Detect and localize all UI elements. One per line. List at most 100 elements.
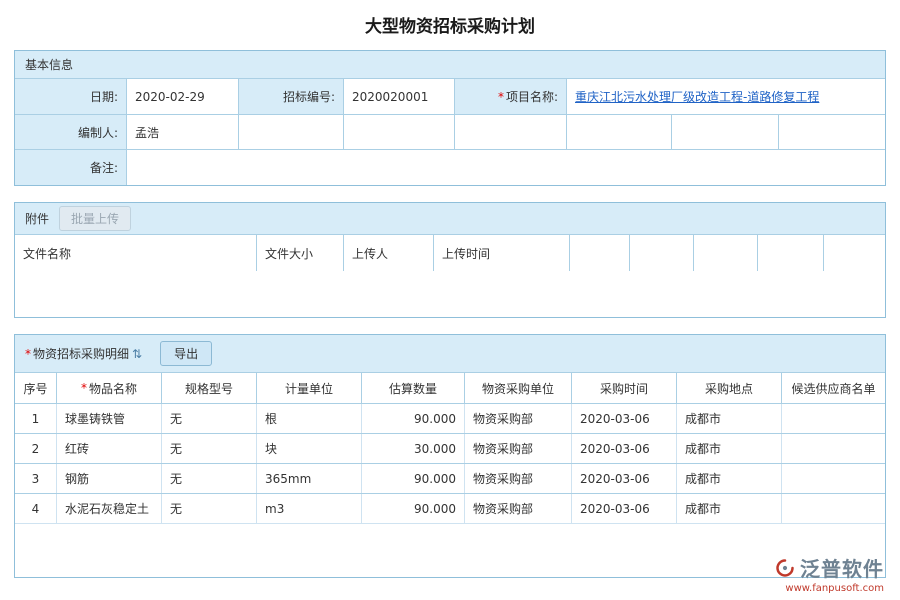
cell-time: 2020-03-06 [571, 464, 676, 493]
col-file-name: 文件名称 [15, 235, 256, 271]
remark-value [126, 150, 885, 185]
creator-value: 孟浩 [126, 115, 238, 149]
cell-time: 2020-03-06 [571, 404, 676, 433]
cell-seq: 1 [15, 404, 56, 433]
cell-item-name: 球墨铸铁管 [56, 404, 161, 433]
col-unit: 计量单位 [256, 373, 361, 403]
attachments-title: 附件 [25, 210, 49, 227]
required-asterisk: * [498, 90, 504, 104]
required-asterisk: * [25, 347, 31, 361]
basic-info-section: 基本信息 日期: 2020-02-29 招标编号: 2020020001 * 项… [14, 50, 886, 186]
vendor-watermark: 泛普软件 www.fanpusoft.com [775, 553, 884, 594]
table-row[interactable]: 3 钢筋 无 365mm 90.000 物资采购部 2020-03-06 成都市 [15, 463, 885, 493]
fanpu-logo-icon [775, 558, 795, 578]
col-upload-time: 上传时间 [433, 235, 569, 271]
cell-place: 成都市 [676, 464, 781, 493]
cell-suppliers [781, 494, 885, 523]
cell-suppliers [781, 404, 885, 433]
empty-cell [454, 115, 566, 149]
empty-col [629, 235, 693, 271]
col-spec-model: 规格型号 [161, 373, 256, 403]
col-item-name-text: 物品名称 [89, 380, 137, 397]
project-name-link[interactable]: 重庆江北污水处理厂级改造工程-道路修复工程 [575, 88, 819, 105]
basic-info-header: 基本信息 [15, 51, 885, 79]
col-seq: 序号 [15, 373, 56, 403]
cell-time: 2020-03-06 [571, 434, 676, 463]
col-estimated-qty: 估算数量 [361, 373, 464, 403]
cell-item-name: 红砖 [56, 434, 161, 463]
details-table-header: 序号 * 物品名称 规格型号 计量单位 估算数量 物资采购单位 采购时间 采购地… [15, 373, 885, 403]
col-uploader: 上传人 [343, 235, 433, 271]
basic-info-title: 基本信息 [25, 56, 73, 73]
empty-col [757, 235, 823, 271]
cell-place: 成都市 [676, 434, 781, 463]
creator-label: 编制人: [15, 115, 126, 149]
cell-unit: 根 [256, 404, 361, 433]
empty-cell [566, 115, 671, 149]
empty-cell [343, 115, 454, 149]
empty-cell [238, 115, 343, 149]
table-row[interactable]: 4 水泥石灰稳定土 无 m3 90.000 物资采购部 2020-03-06 成… [15, 493, 885, 523]
col-purchase-time: 采购时间 [571, 373, 676, 403]
basic-info-row-1: 日期: 2020-02-29 招标编号: 2020020001 * 项目名称: … [15, 79, 885, 114]
empty-cell [671, 115, 778, 149]
table-row[interactable]: 1 球墨铸铁管 无 根 90.000 物资采购部 2020-03-06 成都市 [15, 403, 885, 433]
watermark-url: www.fanpusoft.com [775, 583, 884, 594]
remark-label: 备注: [15, 150, 126, 185]
cell-item-name: 水泥石灰稳定土 [56, 494, 161, 523]
cell-place: 成都市 [676, 404, 781, 433]
required-asterisk: * [81, 381, 87, 395]
cell-spec: 无 [161, 494, 256, 523]
basic-info-row-3: 备注: [15, 149, 885, 185]
cell-place: 成都市 [676, 494, 781, 523]
date-label: 日期: [15, 79, 126, 114]
empty-cell [778, 115, 885, 149]
empty-col [569, 235, 629, 271]
attachments-empty-body [15, 271, 885, 317]
bid-no-label: 招标编号: [238, 79, 343, 114]
col-purchase-place: 采购地点 [676, 373, 781, 403]
cell-dept: 物资采购部 [464, 434, 571, 463]
cell-unit: 365mm [256, 464, 361, 493]
cell-qty: 90.000 [361, 404, 464, 433]
cell-time: 2020-03-06 [571, 494, 676, 523]
date-value: 2020-02-29 [126, 79, 238, 114]
cell-dept: 物资采购部 [464, 464, 571, 493]
table-row[interactable]: 2 红砖 无 块 30.000 物资采购部 2020-03-06 成都市 [15, 433, 885, 463]
project-value-cell: 重庆江北污水处理厂级改造工程-道路修复工程 [566, 79, 885, 114]
empty-col [693, 235, 757, 271]
cell-seq: 3 [15, 464, 56, 493]
col-item-name: * 物品名称 [56, 373, 161, 403]
cell-suppliers [781, 434, 885, 463]
cell-spec: 无 [161, 404, 256, 433]
project-label: * 项目名称: [454, 79, 566, 114]
sort-icon[interactable]: ⇅ [132, 347, 142, 361]
cell-dept: 物资采购部 [464, 404, 571, 433]
cell-item-name: 钢筋 [56, 464, 161, 493]
details-section: * 物资招标采购明细 ⇅ 导出 序号 * 物品名称 规格型号 计量单位 估算数量… [14, 334, 886, 578]
col-purchase-dept: 物资采购单位 [464, 373, 571, 403]
attachments-section: 附件 批量上传 文件名称 文件大小 上传人 上传时间 [14, 202, 886, 318]
details-title-text: 物资招标采购明细 [33, 345, 129, 362]
attachments-table-header: 文件名称 文件大小 上传人 上传时间 [15, 235, 885, 271]
cell-dept: 物资采购部 [464, 494, 571, 523]
project-label-text: 项目名称: [506, 88, 558, 105]
cell-qty: 90.000 [361, 464, 464, 493]
watermark-brand: 泛普软件 [800, 553, 884, 582]
export-button[interactable]: 导出 [160, 341, 212, 366]
details-empty-space [15, 523, 885, 577]
cell-unit: 块 [256, 434, 361, 463]
details-header-bar: * 物资招标采购明细 ⇅ 导出 [15, 335, 885, 373]
col-candidate-suppliers: 候选供应商名单 [781, 373, 885, 403]
cell-seq: 4 [15, 494, 56, 523]
page-title: 大型物资招标采购计划 [0, 0, 900, 50]
cell-spec: 无 [161, 464, 256, 493]
bid-no-value: 2020020001 [343, 79, 454, 114]
attachments-header: 附件 批量上传 [15, 203, 885, 235]
col-file-size: 文件大小 [256, 235, 343, 271]
details-title: * 物资招标采购明细 ⇅ [25, 345, 142, 362]
batch-upload-button[interactable]: 批量上传 [59, 206, 131, 231]
cell-unit: m3 [256, 494, 361, 523]
cell-suppliers [781, 464, 885, 493]
cell-spec: 无 [161, 434, 256, 463]
